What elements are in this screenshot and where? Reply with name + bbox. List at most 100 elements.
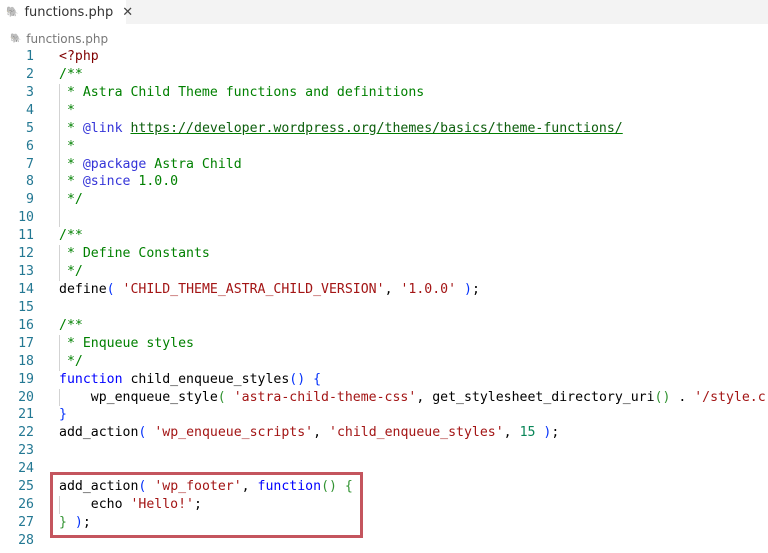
code-line[interactable]: 14 define( 'CHILD_THEME_ASTRA_CHILD_VERSI…	[0, 281, 768, 299]
code-text: */	[59, 353, 83, 371]
code-line[interactable]: 10	[0, 209, 768, 228]
code-token: '/style.c	[694, 389, 766, 405]
line-number: 28	[18, 532, 34, 548]
code-token: )	[463, 281, 472, 297]
code-line[interactable]: 11 /**	[0, 227, 768, 245]
code-token: {	[313, 371, 322, 387]
line-number: 27	[18, 514, 34, 530]
link[interactable]: https://developer.wordpress.org/themes/b…	[130, 121, 622, 136]
code-line[interactable]: 22 add_action( 'wp_enqueue_scripts', 'chi…	[0, 424, 768, 442]
code-text: /**	[59, 317, 83, 335]
close-icon[interactable]: ✕	[122, 5, 133, 20]
line-number: 24	[18, 461, 34, 477]
tab-label: functions.php	[24, 4, 114, 20]
line-number: 5	[26, 120, 34, 136]
line-number: 19	[18, 371, 34, 387]
tab-functions-php[interactable]: 🐘 functions.php ✕	[0, 0, 133, 24]
php-elephant-icon: 🐘	[10, 34, 22, 44]
code-token: *	[59, 102, 75, 118]
code-line[interactable]: 12 * Define Constants	[0, 245, 768, 264]
code-token: <?php	[59, 49, 99, 64]
highlight-box	[50, 472, 363, 538]
code-text: * Define Constants	[59, 245, 210, 263]
code-line[interactable]: 1 <?php	[0, 48, 768, 66]
code-line[interactable]: 4 *	[0, 101, 768, 120]
code-token: 'wp_enqueue_scripts'	[154, 425, 314, 441]
line-number: 25	[18, 479, 34, 495]
line-number: 21	[18, 407, 34, 423]
code-line[interactable]: 9 */	[0, 191, 768, 210]
indent-guide	[59, 209, 60, 228]
php-elephant-icon: 🐘	[6, 6, 19, 18]
code-line[interactable]: 3 * Astra Child Theme functions and defi…	[0, 83, 768, 102]
code-token: *	[59, 138, 75, 154]
code-line[interactable]: 21}	[0, 406, 768, 424]
line-number: 23	[18, 443, 34, 459]
code-token: */	[59, 353, 83, 369]
line-number: 16	[18, 317, 34, 333]
code-line[interactable]: 17 * Enqueue styles	[0, 334, 768, 353]
code-token: child_enqueue_styles	[122, 371, 290, 387]
code-text: *	[59, 102, 75, 120]
code-token: , get_stylesheet_directory_uri	[416, 389, 655, 405]
line-number: 11	[18, 228, 34, 244]
code-text: * @package Astra Child	[59, 156, 242, 174]
code-token: function	[59, 371, 123, 387]
line-number: 1	[26, 49, 34, 64]
code-token: 'CHILD_THEME_ASTRA_CHILD_VERSION'	[122, 281, 385, 297]
code-text: /**	[59, 66, 83, 84]
code-line[interactable]: 19 function child_enqueue_styles() {	[0, 371, 768, 389]
code-line[interactable]: 8 * @since 1.0.0	[0, 173, 768, 192]
code-token: ()	[289, 371, 306, 387]
code-text: */	[59, 263, 83, 281]
line-number: 4	[26, 102, 34, 118]
code-token: ,	[503, 425, 520, 441]
code-line[interactable]: 6 *	[0, 137, 768, 156]
code-line[interactable]: 16 /**	[0, 317, 768, 335]
code-token: }	[59, 407, 67, 423]
code-token: wp_enqueue_style	[59, 389, 218, 405]
line-number: 20	[18, 389, 34, 405]
code-token: ()	[654, 389, 671, 405]
code-line[interactable]: 5 * @link https://developer.wordpress.or…	[0, 119, 768, 138]
code-token: @package	[82, 156, 147, 172]
code-token: ;	[551, 425, 560, 441]
code-line[interactable]: 2 /**	[0, 66, 768, 84]
code-token: 'child_enqueue_styles'	[329, 425, 504, 441]
code-token: (	[217, 389, 226, 405]
line-number: 7	[26, 156, 34, 172]
code-line[interactable]: 20 wp_enqueue_style( 'astra-child-theme-…	[0, 388, 768, 407]
code-token: Astra Child	[146, 156, 242, 172]
code-token: add_action	[59, 425, 139, 441]
line-number: 12	[18, 246, 34, 262]
code-line[interactable]: 15	[0, 299, 768, 317]
code-token: *	[59, 120, 83, 136]
code-token: define	[59, 281, 107, 297]
code-token: 15	[519, 425, 536, 441]
code-token: .	[670, 389, 695, 405]
code-token: * Enqueue styles	[59, 335, 194, 351]
line-number: 3	[26, 84, 34, 100]
code-token: @since	[82, 174, 131, 190]
code-token: 1.0.0	[130, 174, 179, 190]
code-line[interactable]: 13 */	[0, 263, 768, 281]
code-line[interactable]: 23	[0, 442, 768, 460]
line-number: 6	[26, 138, 34, 154]
code-text: define( 'CHILD_THEME_ASTRA_CHILD_VERSION…	[59, 281, 480, 299]
line-number: 10	[18, 210, 34, 226]
code-line[interactable]: 18 */	[0, 352, 768, 371]
code-text: * @link https://developer.wordpress.org/…	[59, 120, 623, 138]
code-text: */	[59, 191, 83, 209]
code-line[interactable]: 7 * @package Astra Child	[0, 155, 768, 174]
breadcrumb[interactable]: 🐘 functions.php	[10, 30, 108, 48]
code-token: /**	[59, 228, 83, 244]
code-text: /**	[59, 227, 83, 245]
line-number: 14	[18, 281, 34, 297]
code-text: * Enqueue styles	[59, 335, 194, 353]
code-token: *	[59, 174, 83, 190]
code-text: }	[59, 406, 67, 424]
